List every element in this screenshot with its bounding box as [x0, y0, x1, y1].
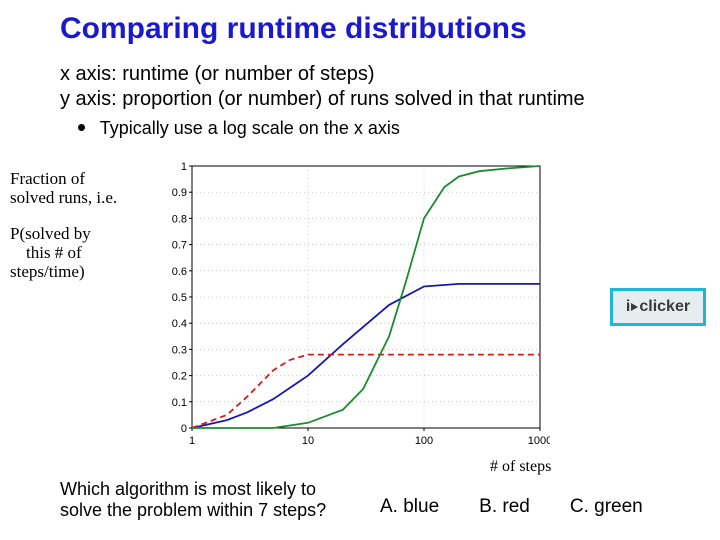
slide: Comparing runtime distributions x axis: … — [0, 0, 720, 540]
svg-text:100: 100 — [415, 435, 433, 447]
iclicker-text-i: i — [626, 298, 630, 316]
chart: 0 0.1 0.2 0.3 0.4 0.5 0.6 0.7 0.8 0.9 1 1 10 100 1000 — [150, 156, 550, 456]
question-text: Which algorithm is most likely to solve … — [60, 479, 360, 522]
svg-text:0.9: 0.9 — [172, 187, 187, 199]
y-label-1a: Fraction of — [10, 170, 140, 189]
y-label-2a: P(solved by — [10, 225, 140, 244]
question-line1: Which algorithm is most likely to — [60, 479, 360, 501]
answer-row: A. blue B. red C. green — [380, 496, 710, 518]
svg-text:0.8: 0.8 — [172, 213, 187, 225]
x-axis-desc: x axis: runtime (or number of steps) — [60, 62, 700, 87]
x-axis-label: # of steps — [490, 458, 551, 476]
answer-b[interactable]: B. red — [479, 496, 530, 518]
svg-text:0.3: 0.3 — [172, 344, 187, 356]
svg-text:0.6: 0.6 — [172, 266, 187, 278]
axis-description: x axis: runtime (or number of steps) y a… — [60, 62, 700, 112]
slide-title: Comparing runtime distributions — [60, 12, 680, 46]
chart-svg: 0 0.1 0.2 0.3 0.4 0.5 0.6 0.7 0.8 0.9 1 1 10 100 1000 — [150, 156, 550, 456]
y-label-2b: this # of — [26, 244, 140, 263]
play-icon — [631, 303, 638, 311]
svg-text:1: 1 — [189, 435, 195, 447]
svg-text:0: 0 — [181, 423, 187, 435]
svg-text:0.1: 0.1 — [172, 397, 187, 409]
svg-text:1: 1 — [181, 161, 187, 173]
iclicker-text-clicker: clicker — [639, 298, 690, 316]
bullet-icon — [78, 124, 85, 131]
svg-text:0.5: 0.5 — [172, 292, 187, 304]
answer-c[interactable]: C. green — [570, 496, 643, 518]
svg-text:1000: 1000 — [528, 435, 550, 447]
svg-text:0.2: 0.2 — [172, 371, 187, 383]
iclicker-badge: i clicker — [610, 288, 706, 326]
y-label-1b: solved runs, i.e. — [10, 189, 140, 208]
y-label-2c: steps/time) — [10, 263, 140, 282]
y-axis-label-group: Fraction of solved runs, i.e. P(solved b… — [10, 170, 140, 281]
svg-text:0.4: 0.4 — [172, 318, 187, 330]
answer-a[interactable]: A. blue — [380, 496, 439, 518]
bullet-item: Typically use a log scale on the x axis — [78, 118, 400, 139]
bullet-text: Typically use a log scale on the x axis — [100, 118, 400, 138]
svg-text:10: 10 — [302, 435, 314, 447]
svg-text:0.7: 0.7 — [172, 240, 187, 252]
question-line2: solve the problem within 7 steps? — [60, 500, 360, 522]
y-axis-desc: y axis: proportion (or number) of runs s… — [60, 87, 700, 112]
